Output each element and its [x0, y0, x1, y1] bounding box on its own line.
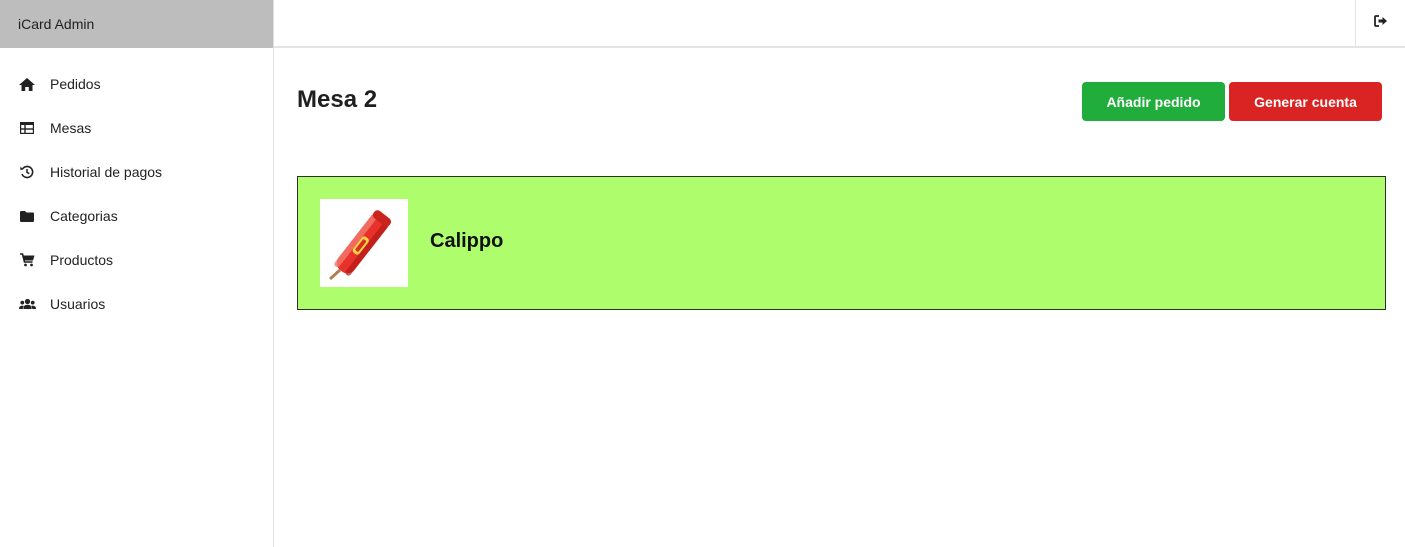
sidebar: Pedidos Mesas Historial de pagos Categor… [0, 48, 274, 547]
sidebar-item-usuarios[interactable]: Usuarios [0, 282, 273, 326]
product-name: Calippo [430, 230, 504, 252]
logout-button[interactable] [1355, 0, 1405, 46]
users-icon [18, 297, 36, 311]
order-card[interactable]: Calippo [297, 176, 1386, 310]
sidebar-item-mesas[interactable]: Mesas [0, 106, 273, 150]
sidebar-item-historial[interactable]: Historial de pagos [0, 150, 273, 194]
table-icon [18, 121, 36, 135]
top-bar [274, 0, 1405, 48]
history-icon [18, 165, 36, 179]
sidebar-item-categorias[interactable]: Categorias [0, 194, 273, 238]
generate-bill-button[interactable]: Generar cuenta [1229, 82, 1382, 121]
sidebar-item-label: Productos [50, 252, 114, 268]
sidebar-item-pedidos[interactable]: Pedidos [0, 62, 273, 106]
brand-bar: iCard Admin [0, 0, 274, 48]
sidebar-item-label: Historial de pagos [50, 164, 163, 180]
sign-out-icon [1373, 14, 1388, 32]
sidebar-item-label: Mesas [50, 120, 92, 136]
add-order-button[interactable]: Añadir pedido [1082, 82, 1225, 121]
cart-icon [18, 253, 36, 267]
sidebar-item-label: Usuarios [50, 296, 106, 312]
app-root: iCard Admin Pedidos Mesas Historial de p… [0, 0, 1405, 547]
main-content: Mesa 2 Añadir pedido Generar cuenta Cali… [275, 50, 1405, 547]
sidebar-item-productos[interactable]: Productos [0, 238, 273, 282]
page-title: Mesa 2 [297, 86, 378, 113]
product-image [320, 199, 408, 287]
sidebar-item-label: Pedidos [50, 76, 101, 92]
calippo-popsicle-image [328, 210, 392, 281]
brand-title: iCard Admin [18, 16, 95, 32]
home-icon [18, 77, 36, 91]
folder-icon [18, 209, 36, 223]
sidebar-item-label: Categorias [50, 208, 118, 224]
